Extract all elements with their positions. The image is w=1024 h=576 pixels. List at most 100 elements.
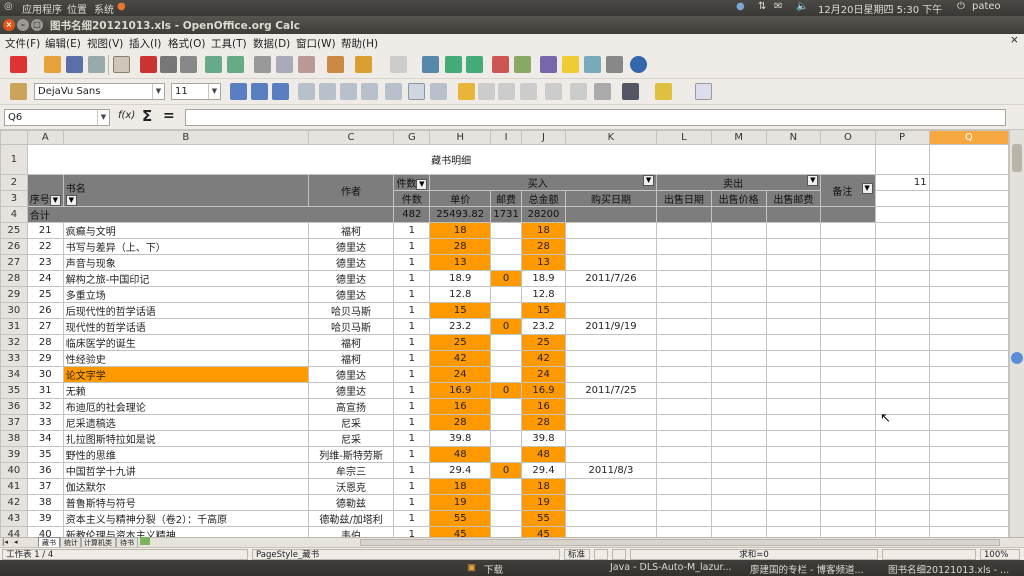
cell[interactable]	[874, 526, 930, 537]
cell-count[interactable]: 1	[393, 350, 431, 367]
cell[interactable]	[656, 350, 712, 367]
cell[interactable]	[820, 206, 876, 223]
chevron-down-icon[interactable]: ▼	[97, 110, 109, 125]
cell[interactable]	[820, 430, 876, 447]
clock[interactable]: 12月20日星期四 5:30 下午	[818, 1, 942, 16]
formula-input[interactable]	[185, 109, 1006, 126]
header-name[interactable]: 书名 ▼	[62, 174, 309, 207]
cell-buy-date[interactable]	[564, 414, 658, 431]
cell[interactable]	[820, 526, 876, 537]
number-format-icon[interactable]	[498, 83, 515, 100]
cell-count[interactable]: 1	[393, 398, 431, 415]
cell[interactable]	[928, 334, 1009, 351]
cell[interactable]	[820, 462, 876, 479]
menu-data[interactable]: 数据(D)	[253, 36, 290, 51]
bold-icon[interactable]	[230, 83, 247, 100]
cell[interactable]	[928, 414, 1009, 431]
cell-price[interactable]: 25	[429, 334, 492, 351]
cell[interactable]	[765, 238, 822, 255]
styles-icon[interactable]	[10, 83, 27, 100]
row-header[interactable]: 26	[0, 238, 28, 255]
column-header-g[interactable]: G	[393, 130, 431, 145]
clone-formatting-icon[interactable]	[327, 56, 344, 73]
zoom-slider[interactable]	[882, 549, 976, 560]
cell[interactable]	[765, 414, 822, 431]
header-buy-date[interactable]: 购买日期	[564, 190, 658, 207]
cell-author[interactable]: 德里达	[307, 366, 395, 383]
italic-icon[interactable]	[251, 83, 268, 100]
find-replace-icon[interactable]	[540, 56, 557, 73]
table-row[interactable]: 30 26 后现代性的哲学话语 哈贝马斯 1 15 15	[0, 302, 1009, 319]
cell[interactable]	[710, 286, 767, 303]
cell-price[interactable]: 24	[429, 366, 492, 383]
cell-author[interactable]: 德里达	[307, 254, 395, 271]
horizontal-scrollbar[interactable]	[360, 539, 1000, 546]
row-header[interactable]: 35	[0, 382, 28, 399]
row-header[interactable]: 1	[0, 144, 28, 175]
header-author[interactable]: 作者	[307, 174, 395, 207]
row-header[interactable]: 44	[0, 526, 28, 537]
cell[interactable]	[656, 430, 712, 447]
column-header-o[interactable]: O	[820, 130, 876, 145]
cell-postage[interactable]	[490, 526, 523, 537]
column-header-b[interactable]: B	[62, 130, 309, 145]
cut-icon[interactable]	[254, 56, 271, 73]
cell-price[interactable]: 28	[429, 414, 492, 431]
taskbar-item-java[interactable]: Java - DLS-Auto-M_lazur...	[610, 562, 732, 573]
cell[interactable]	[820, 398, 876, 415]
cell[interactable]	[765, 302, 822, 319]
cell-buy-date[interactable]	[564, 334, 658, 351]
menu-file[interactable]: 文件(F)	[5, 36, 40, 51]
cell-seq[interactable]: 32	[26, 398, 64, 415]
table-row[interactable]: 43 39 资本主义与精神分裂（卷2）：千高原 德勒兹/加塔利 1 55 55	[0, 510, 1009, 527]
navigator-icon[interactable]	[562, 56, 579, 73]
cell[interactable]	[820, 238, 876, 255]
underline-icon[interactable]	[272, 83, 289, 100]
cell-postage[interactable]	[490, 398, 523, 415]
cell[interactable]	[928, 526, 1009, 537]
cell[interactable]	[765, 446, 822, 463]
help-icon[interactable]	[630, 56, 647, 73]
cell-buy-date[interactable]: 2011/9/19	[564, 318, 658, 335]
cell-book-name[interactable]: 中国哲学十九讲	[62, 462, 309, 479]
print-icon[interactable]	[160, 56, 177, 73]
cell-buy-date[interactable]	[564, 222, 658, 239]
cell-postage[interactable]	[490, 366, 523, 383]
cell-seq[interactable]: 38	[26, 494, 64, 511]
cell[interactable]	[564, 206, 658, 223]
cell[interactable]	[928, 446, 1009, 463]
cell-count[interactable]: 1	[393, 526, 431, 537]
cell[interactable]	[656, 206, 712, 223]
cell-book-name[interactable]: 声音与现象	[62, 254, 309, 271]
cell-count[interactable]: 1	[393, 446, 431, 463]
cell[interactable]	[765, 462, 822, 479]
cell[interactable]	[928, 270, 1009, 287]
cell[interactable]	[710, 526, 767, 537]
cell-postage[interactable]	[490, 222, 523, 239]
cell[interactable]	[656, 494, 712, 511]
cell[interactable]	[928, 382, 1009, 399]
download-icon[interactable]: ▣	[467, 562, 476, 573]
cell-book-name[interactable]: 论文字学	[62, 366, 309, 383]
cell-total[interactable]: 15	[521, 302, 566, 319]
cell[interactable]	[656, 478, 712, 495]
cell[interactable]	[928, 190, 1009, 207]
cell[interactable]	[656, 254, 712, 271]
cell-count[interactable]: 1	[393, 382, 431, 399]
cell[interactable]	[874, 446, 930, 463]
cell-seq[interactable]: 36	[26, 462, 64, 479]
spreadsheet-grid[interactable]: A B C G H I J K L M N O P Q 1 藏书明细 2 序号 ▼…	[0, 130, 1009, 537]
row-header[interactable]: 27	[0, 254, 28, 271]
close-icon[interactable]: ×	[3, 19, 15, 31]
cell[interactable]	[874, 206, 930, 223]
cell-price[interactable]: 28	[429, 238, 492, 255]
autofilter-button[interactable]: ▼	[49, 194, 61, 206]
cell-book-name[interactable]: 解构之旅-中国印记	[62, 270, 309, 287]
cell[interactable]	[928, 398, 1009, 415]
row-header[interactable]: 40	[0, 462, 28, 479]
cell[interactable]	[820, 478, 876, 495]
row-header[interactable]: 29	[0, 286, 28, 303]
cell[interactable]	[710, 222, 767, 239]
cell-postage[interactable]	[490, 286, 523, 303]
header-note[interactable]: 备注 ▼	[820, 174, 876, 207]
